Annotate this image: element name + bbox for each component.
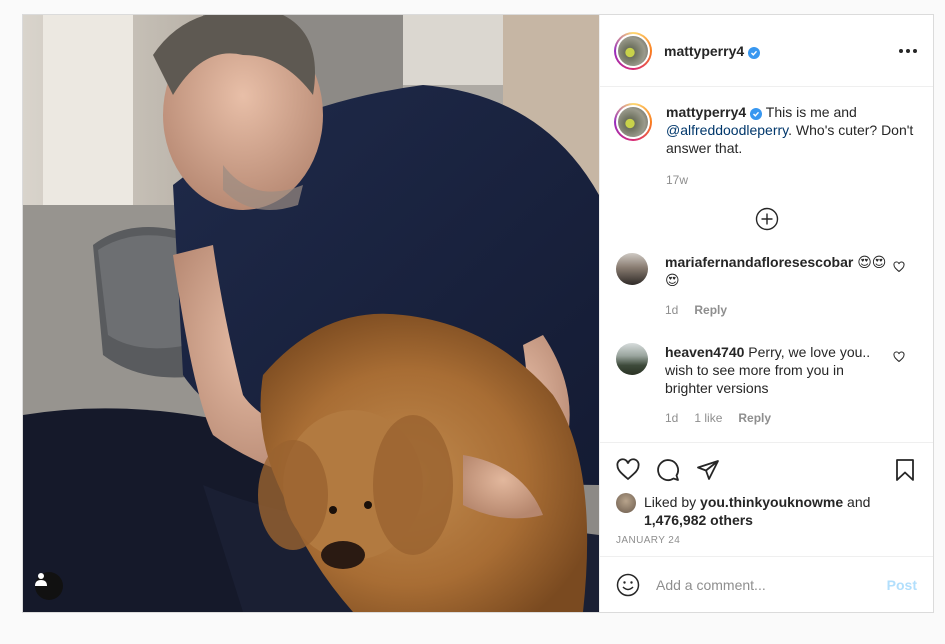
share-icon[interactable] (696, 458, 720, 482)
emoji-icon[interactable] (616, 573, 640, 597)
add-comment-bar: Post (600, 556, 933, 612)
caption-age[interactable]: 17w (666, 171, 917, 189)
caption-avatar[interactable] (614, 103, 652, 141)
likes-summary: Liked by you.thinkyouknowme and 1,476,98… (616, 493, 917, 529)
comment-item: heaven4740 Perry, we love you.. wish to … (600, 343, 933, 427)
comment-username[interactable]: heaven4740 (665, 344, 744, 360)
likes-middle: and (843, 494, 871, 510)
likes-count[interactable]: 1,476,982 others (644, 512, 753, 528)
photo-illustration (23, 15, 599, 612)
post-side-panel: mattyperry4 mattyperry4 This is me and @… (599, 15, 933, 612)
comment-age[interactable]: 1d (665, 301, 678, 319)
comment-item: mariafernandafloresescobar 😍😍😍 1d Reply (600, 253, 933, 319)
caption-text: This is me and (762, 104, 857, 120)
post-container: mattyperry4 mattyperry4 This is me and @… (22, 14, 934, 613)
verified-badge-icon (750, 108, 763, 120)
more-icon[interactable] (899, 48, 917, 53)
likes-prefix: Liked by (644, 494, 701, 510)
heart-icon[interactable] (616, 458, 640, 482)
post-comment-button[interactable]: Post (887, 577, 917, 593)
comment-input[interactable] (656, 576, 887, 593)
liker-username[interactable]: you.thinkyouknowme (700, 494, 843, 510)
bookmark-icon[interactable] (893, 458, 917, 482)
comment-likes[interactable]: 1 like (694, 409, 722, 427)
heart-icon[interactable] (893, 351, 905, 363)
post-caption: mattyperry4 This is me and @alfreddoodle… (600, 87, 933, 189)
reply-button[interactable]: Reply (738, 409, 771, 427)
plus-circle-icon[interactable] (755, 207, 779, 231)
liker-avatar[interactable] (616, 493, 636, 513)
comment-icon[interactable] (656, 458, 680, 482)
comment-username[interactable]: mariafernandafloresescobar (665, 254, 853, 270)
commenter-avatar[interactable] (616, 253, 648, 285)
post-header: mattyperry4 (600, 15, 933, 87)
comment-age[interactable]: 1d (665, 409, 678, 427)
author-username[interactable]: mattyperry4 (664, 43, 761, 59)
caption-username[interactable]: mattyperry4 (666, 104, 746, 120)
author-avatar[interactable] (614, 31, 652, 70)
commenter-avatar[interactable] (616, 343, 648, 375)
user-tag-icon[interactable] (35, 572, 63, 600)
post-actions: Liked by you.thinkyouknowme and 1,476,98… (600, 442, 933, 556)
post-date[interactable]: JANUARY 24 (616, 535, 917, 546)
post-photo[interactable] (23, 15, 599, 612)
heart-icon[interactable] (893, 261, 905, 273)
caption-mention[interactable]: @alfreddoodleperry (666, 122, 788, 138)
comments-section[interactable]: mattyperry4 This is me and @alfreddoodle… (600, 87, 933, 442)
verified-badge-icon (748, 46, 761, 59)
reply-button[interactable]: Reply (694, 301, 727, 319)
